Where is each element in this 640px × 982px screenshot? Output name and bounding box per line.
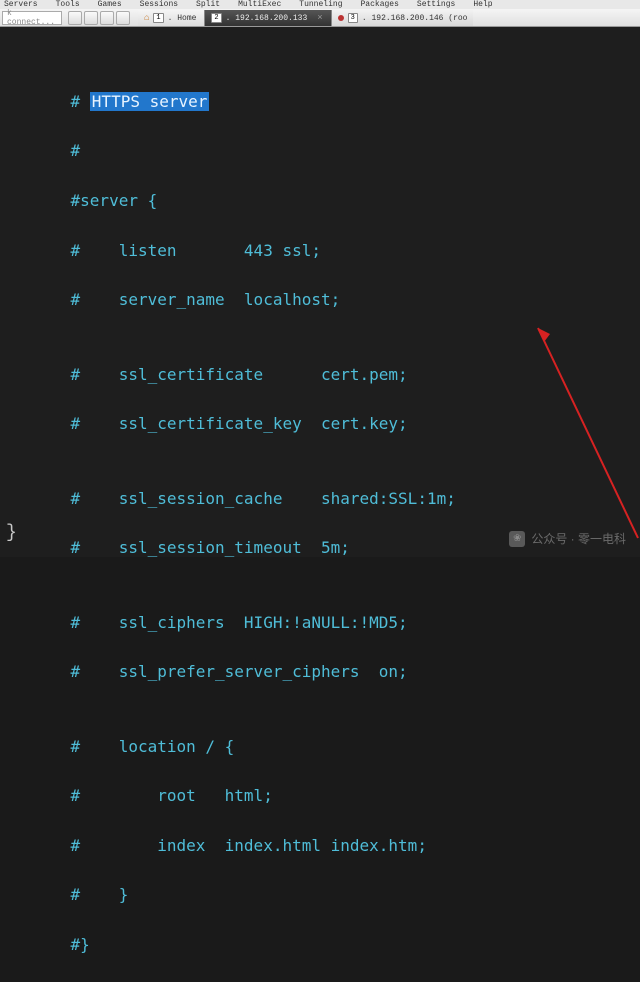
code-line: # root html; xyxy=(32,784,640,809)
toolbar-button[interactable] xyxy=(116,11,130,25)
code-line: # listen 443 ssl; xyxy=(32,239,640,264)
toolbar-button[interactable] xyxy=(84,11,98,25)
code-line: # ssl_certificate_key cert.key; xyxy=(32,412,640,437)
code-line: # xyxy=(32,139,640,164)
menu-item[interactable]: Packages xyxy=(361,0,399,9)
terminal-editor[interactable]: # HTTPS server # #server { # listen 443 … xyxy=(0,27,640,557)
tab-number: 2 xyxy=(211,13,221,23)
tab-session[interactable]: 3 . 192.168.200.146 (roo xyxy=(332,10,474,26)
menu-item[interactable]: MultiExec xyxy=(238,0,281,9)
menu-item[interactable]: Tools xyxy=(56,0,80,9)
session-tabs: ⌂ 1 . Home 2 . 192.168.200.133 × 3 . 192… xyxy=(138,9,640,26)
tab-label: . Home xyxy=(168,14,197,23)
menu-item[interactable]: Sessions xyxy=(140,0,178,9)
watermark-text: 公众号 · 零一电科 xyxy=(531,530,626,547)
tab-home[interactable]: ⌂ 1 . Home xyxy=(138,10,205,26)
status-dot-icon xyxy=(338,15,344,21)
code-line: # server_name localhost; xyxy=(32,288,640,313)
menu-item[interactable]: Help xyxy=(473,0,492,9)
tab-number: 3 xyxy=(348,13,358,23)
home-icon: ⌂ xyxy=(144,13,149,23)
menu-item[interactable]: Split xyxy=(196,0,220,9)
menu-bar: Servers Tools Games Sessions Split Multi… xyxy=(0,0,640,9)
code-line: # index index.html index.htm; xyxy=(32,834,640,859)
code-line: # ssl_session_cache shared:SSL:1m; xyxy=(32,487,640,512)
code-line: # } xyxy=(32,883,640,908)
code-line: # ssl_prefer_server_ciphers on; xyxy=(32,660,640,685)
highlighted-text: HTTPS server xyxy=(90,92,210,111)
code-line: # ssl_certificate cert.pem; xyxy=(32,363,640,388)
menu-item[interactable]: Tunneling xyxy=(299,0,342,9)
menu-item[interactable]: Settings xyxy=(417,0,455,9)
code-line: # location / { xyxy=(32,735,640,760)
fold-brace-icon: } xyxy=(6,523,17,543)
quick-connect-input[interactable]: k connect... xyxy=(2,11,62,25)
close-icon[interactable]: × xyxy=(317,13,322,23)
tab-label: . 192.168.200.133 xyxy=(226,14,308,23)
code-line: #server { xyxy=(32,189,640,214)
toolbar-button[interactable] xyxy=(100,11,114,25)
watermark: ❀ 公众号 · 零一电科 xyxy=(509,530,626,547)
toolbar-icons xyxy=(68,11,130,25)
wechat-icon: ❀ xyxy=(509,531,525,547)
code-line: # ssl_ciphers HIGH:!aNULL:!MD5; xyxy=(32,611,640,636)
tab-session-active[interactable]: 2 . 192.168.200.133 × xyxy=(205,10,331,26)
top-bar: k connect... ⌂ 1 . Home 2 . 192.168.200.… xyxy=(0,9,640,27)
menu-item[interactable]: Games xyxy=(98,0,122,9)
code-line: # HTTPS server xyxy=(32,90,640,115)
tab-number: 1 xyxy=(153,13,163,23)
toolbar-button[interactable] xyxy=(68,11,82,25)
tab-label: . 192.168.200.146 (roo xyxy=(362,14,468,23)
code-line: #} xyxy=(32,933,640,958)
